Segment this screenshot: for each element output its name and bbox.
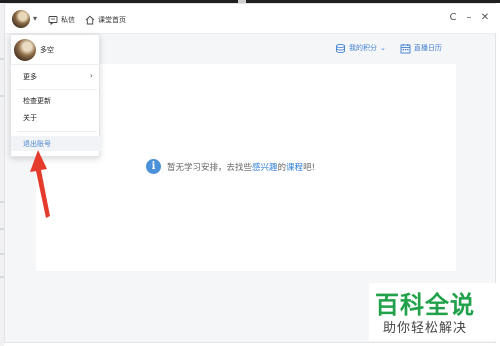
menu-username: 多空 — [40, 46, 54, 54]
live-calendar-label: 直播日历 — [413, 44, 442, 52]
menu-item-label: 检查更新 — [23, 96, 51, 105]
menu-item-label: 退出账号 — [23, 139, 51, 148]
watermark-logo: 百科全说 助你轻松解决 — [369, 283, 496, 341]
calendar-icon — [400, 43, 411, 53]
menu-item-label: 更多 — [23, 72, 37, 81]
user-dropdown-menu: 多空 更多 › 检查更新 关于 退出账号 — [10, 34, 101, 157]
live-calendar-button[interactable]: 直播日历 — [400, 43, 442, 54]
info-icon: i — [146, 159, 161, 174]
coins-icon — [336, 43, 345, 53]
sub-toolbar: 我的积分 ⌄ 直播日历 — [335, 40, 456, 56]
messages-button[interactable]: 私信 — [48, 13, 75, 27]
menu-item-about[interactable]: 关于 — [11, 110, 101, 125]
menu-user-header: 多空 — [11, 35, 101, 65]
interested-link[interactable]: 感兴趣 — [252, 163, 278, 173]
chevron-right-icon: › — [89, 71, 93, 80]
messages-label: 私信 — [61, 16, 75, 24]
menu-avatar — [14, 39, 36, 61]
menu-item-more[interactable]: 更多 › — [11, 69, 101, 84]
refresh-icon[interactable]: C — [447, 12, 459, 24]
user-avatar[interactable] — [12, 10, 30, 28]
empty-state-message: i 暂无学习安排，去找些感兴趣的课程吧! — [146, 159, 315, 174]
menu-divider — [17, 89, 97, 90]
courses-link[interactable]: 课程 — [286, 163, 303, 173]
red-arrow-annotation — [30, 150, 50, 218]
menu-item-label: 关于 — [23, 113, 37, 122]
my-points-label: 我的积分 — [349, 44, 377, 52]
empty-text-middle: 的 — [277, 162, 287, 173]
message-icon — [48, 16, 58, 25]
my-points-button[interactable]: 我的积分 ⌄ — [335, 43, 386, 54]
home-button[interactable]: 课堂首页 — [85, 13, 126, 27]
chevron-down-icon: ⌄ — [380, 44, 386, 52]
menu-item-check-update[interactable]: 检查更新 — [11, 93, 101, 108]
empty-text-prefix: 暂无学习安排，去找些 — [167, 162, 253, 173]
watermark-subtitle: 助你轻松解决 — [383, 321, 468, 336]
close-icon[interactable]: ✕ — [479, 12, 491, 24]
empty-text-suffix: 吧! — [303, 162, 315, 173]
menu-divider — [17, 131, 97, 132]
home-icon — [85, 15, 95, 25]
menu-item-logout[interactable]: 退出账号 — [11, 136, 101, 151]
screenshot-root: ▾ 私信 课堂首页 C – ✕ 我的积分 ⌄ 直播日历 i 暂无学习安排，去找些… — [0, 0, 500, 346]
chevron-down-icon[interactable]: ▾ — [33, 14, 37, 23]
watermark-title: 百科全说 — [375, 291, 475, 319]
minimize-icon[interactable]: – — [463, 12, 475, 24]
home-label: 课堂首页 — [98, 16, 126, 24]
title-bar: ▾ 私信 课堂首页 C – ✕ — [5, 4, 497, 34]
